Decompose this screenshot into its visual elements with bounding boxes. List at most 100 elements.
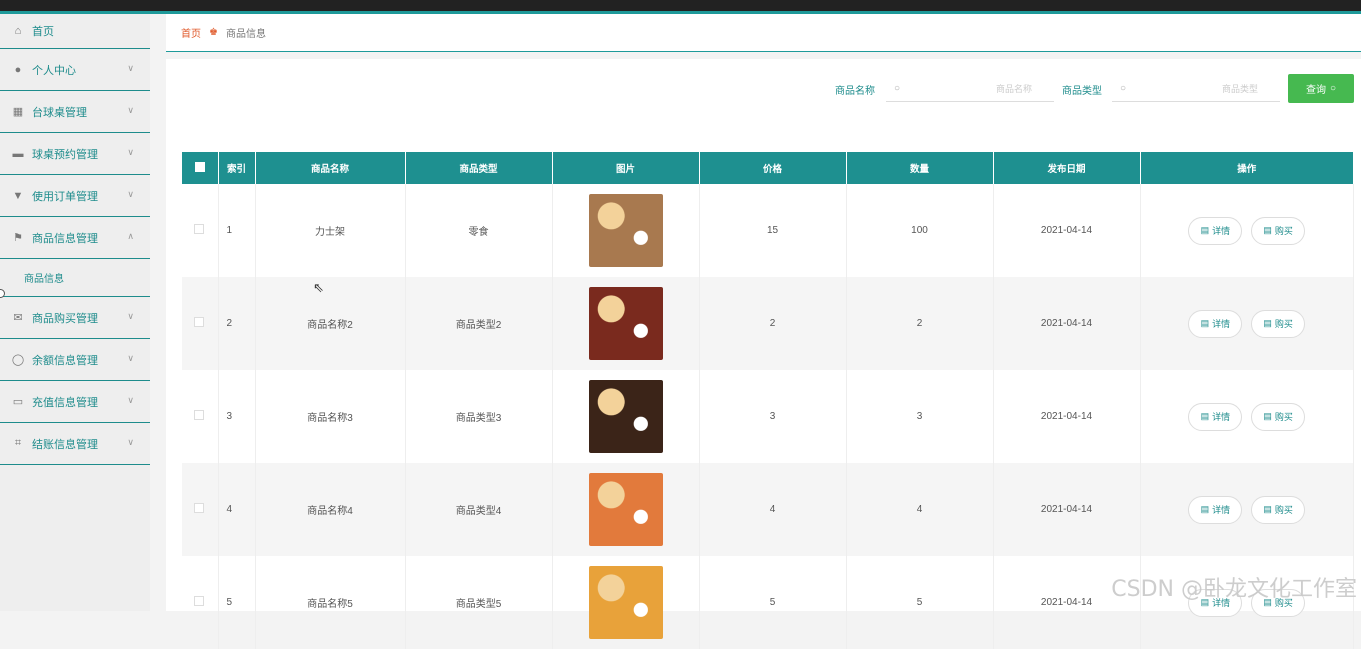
row-checkbox[interactable] [194,596,204,606]
search-type-label: 商品类型 [1062,82,1102,97]
cell-actions: ▤详情 ▤购买 [1140,184,1354,277]
detail-button-label: 详情 [1212,410,1230,423]
cell-type: 商品类型3 [405,370,552,463]
buy-button[interactable]: ▤购买 [1251,496,1305,524]
row-checkbox[interactable] [194,224,204,234]
cell-type: 商品类型5 [405,556,552,649]
row-checkbox[interactable] [194,317,204,327]
cell-type: 商品类型2 [405,277,552,370]
product-image [589,194,663,267]
home-icon: ⌂ [12,25,24,37]
chevron-down-icon: ∨ [127,353,134,364]
sidebar-item-label: 充值信息管理 [32,394,98,410]
cell-index: 2 [218,277,255,370]
sidebar-item-recharge[interactable]: ▭ 充值信息管理 ∨ [0,381,150,423]
top-bar [0,0,1361,14]
sidebar-item-personal[interactable]: ● 个人中心 ∨ [0,49,150,91]
cell-image [552,556,699,649]
cell-type: 零食 [405,184,552,277]
product-image [589,566,663,639]
breadcrumb-home[interactable]: 首页 [181,25,201,40]
cell-actions: ▤详情 ▤购买 [1140,277,1354,370]
detail-button[interactable]: ▤详情 [1188,496,1242,524]
row-select-cell [182,463,218,556]
table-row: 2 商品名称2 商品类型2 2 2 2021-04-14 ▤详情 ▤购买 [182,277,1354,370]
buy-button[interactable]: ▤购买 [1251,310,1305,338]
cell-date: 2021-04-14 [993,370,1140,463]
row-select-cell [182,370,218,463]
chevron-down-icon: ∨ [127,189,134,200]
breadcrumb: 首页 ♚ 商品信息 [166,14,1361,52]
cell-qty: 2 [846,277,993,370]
chevron-down-icon: ∨ [127,437,134,448]
buy-button[interactable]: ▤购买 [1251,217,1305,245]
detail-button[interactable]: ▤详情 [1188,403,1242,431]
row-select-cell [182,277,218,370]
detail-button[interactable]: ▤详情 [1188,217,1242,245]
cell-image [552,370,699,463]
search-name-input[interactable]: ○ 商品名称 [886,76,1054,102]
cell-price: 2 [699,277,846,370]
detail-button[interactable]: ▤详情 [1188,310,1242,338]
sidebar-item-label: 首页 [32,23,54,39]
header-index: 索引 [218,152,255,184]
cell-price: 15 [699,184,846,277]
row-select-cell [182,556,218,649]
mail-icon: ✉ [12,312,24,324]
cell-name: 力士架 [255,184,405,277]
table-header-row: 索引 商品名称 商品类型 图片 价格 数量 发布日期 操作 [182,152,1354,184]
header-qty: 数量 [846,152,993,184]
search-bar: 商品名称 ○ 商品名称 商品类型 ○ 商品类型 查询 ○ [166,74,1361,104]
header-image: 图片 [552,152,699,184]
chevron-up-icon: ∧ [127,231,134,242]
sidebar-item-home[interactable]: ⌂ 首页 [0,14,150,49]
content-panel: 商品名称 ○ 商品名称 商品类型 ○ 商品类型 查询 ○ 索引 商品名称 [166,59,1361,611]
sidebar-subitem-product-info[interactable]: 商品信息 [0,259,150,297]
select-all-header [182,152,218,184]
power-icon: ◯ [12,354,24,366]
sidebar-item-checkout[interactable]: ⌗ 结账信息管理 ∨ [0,423,150,465]
cell-actions: ▤详情 ▤购买 [1140,463,1354,556]
buy-button-label: 购买 [1275,317,1293,330]
breadcrumb-separator-icon: ♚ [209,27,218,38]
sidebar-item-label: 球桌预约管理 [32,146,98,162]
cell-index: 5 [218,556,255,649]
sidebar-item-purchases[interactable]: ✉ 商品购买管理 ∨ [0,297,150,339]
search-type-input[interactable]: ○ 商品类型 [1112,76,1280,102]
table-row: 1 力士架 零食 15 100 2021-04-14 ▤详情 ▤购买 [182,184,1354,277]
cell-index: 4 [218,463,255,556]
cell-image [552,277,699,370]
cell-qty: 4 [846,463,993,556]
sidebar-item-label: 商品购买管理 [32,310,98,326]
query-button[interactable]: 查询 ○ [1288,74,1354,103]
sidebar-item-products[interactable]: ⚑ 商品信息管理 ∧ [0,217,150,259]
sidebar-item-booking[interactable]: ▬ 球桌预约管理 ∨ [0,133,150,175]
cell-price: 4 [699,463,846,556]
query-button-label: 查询 [1306,81,1326,96]
chevron-down-icon: ∨ [127,147,134,158]
detail-button-label: 详情 [1212,224,1230,237]
document-icon: ▤ [1263,504,1272,515]
header-name: 商品名称 [255,152,405,184]
document-icon: ▤ [1263,411,1272,422]
row-checkbox[interactable] [194,503,204,513]
grid-icon: ▦ [12,106,24,118]
cell-price: 3 [699,370,846,463]
select-all-checkbox[interactable] [195,162,205,172]
sidebar-item-balance[interactable]: ◯ 余额信息管理 ∨ [0,339,150,381]
product-image [589,287,663,360]
sidebar-item-tables[interactable]: ▦ 台球桌管理 ∨ [0,91,150,133]
header-date: 发布日期 [993,152,1140,184]
document-icon: ▤ [1201,411,1210,422]
buy-button[interactable]: ▤购买 [1251,403,1305,431]
table-row: 3 商品名称3 商品类型3 3 3 2021-04-14 ▤详情 ▤购买 [182,370,1354,463]
row-checkbox[interactable] [194,410,204,420]
cell-price: 5 [699,556,846,649]
sidebar-item-orders[interactable]: ▼ 使用订单管理 ∨ [0,175,150,217]
cell-image [552,184,699,277]
sidebar-item-label: 商品信息管理 [32,230,98,246]
header-actions: 操作 [1140,152,1354,184]
search-name-placeholder: 商品名称 [996,82,1032,95]
sidebar-item-label: 结账信息管理 [32,436,98,452]
product-image [589,473,663,546]
